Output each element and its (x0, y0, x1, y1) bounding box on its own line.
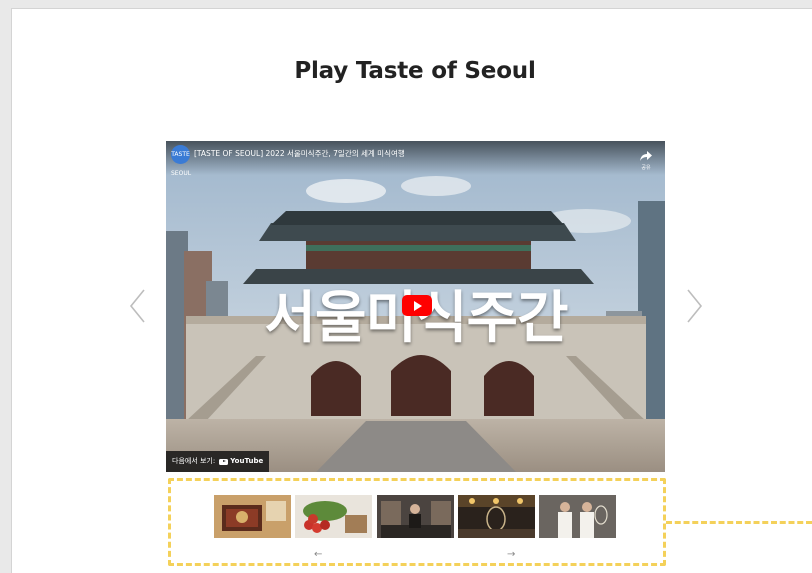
play-button[interactable] (402, 295, 432, 316)
carousel-prev-button[interactable] (128, 288, 148, 324)
channel-avatar[interactable]: TASTE SEOUL (171, 145, 191, 177)
watch-on-youtube-link[interactable]: 다음에서 보기: YouTube (166, 451, 270, 472)
chevron-right-icon (687, 289, 703, 323)
thumb-prev-arrow[interactable]: ← (314, 549, 322, 560)
video-title[interactable]: [TASTE OF SEOUL] 2022 서울미식주간, 7일간의 세계 미식… (194, 148, 405, 159)
share-icon (640, 151, 652, 161)
carousel-next-button[interactable] (684, 288, 704, 324)
thumb-bar-interior[interactable] (458, 495, 535, 538)
thumb-dessert-box[interactable] (214, 495, 291, 538)
watch-on-label: 다음에서 보기: (172, 457, 216, 465)
thumb-chef-kitchen[interactable] (377, 495, 454, 538)
share-button[interactable]: 공유 (639, 146, 653, 171)
youtube-video-player[interactable]: TASTE SEOUL [TASTE OF SEOUL] 2022 서울미식주간… (166, 141, 665, 472)
share-label: 공유 (641, 165, 651, 171)
section-title: Play Taste of Seoul (294, 58, 536, 84)
youtube-label: YouTube (230, 457, 264, 465)
thumb-chefs-duo[interactable] (539, 495, 616, 538)
highlight-connector-line (666, 521, 812, 526)
youtube-logo: YouTube (219, 451, 263, 472)
thumb-next-arrow[interactable]: → (507, 549, 515, 560)
thumb-fruits[interactable] (295, 495, 372, 538)
chevron-left-icon (129, 289, 145, 323)
youtube-play-icon (219, 458, 229, 465)
